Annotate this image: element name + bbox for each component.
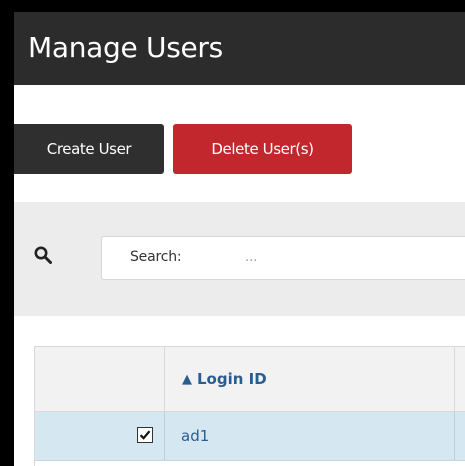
toolbar: Create User Delete User(s) <box>14 124 465 174</box>
checkmark-icon <box>139 430 151 440</box>
search-icon[interactable] <box>34 246 52 264</box>
login-id-cell[interactable]: ad1 <box>165 412 455 460</box>
page-title: Manage Users <box>28 31 223 64</box>
table-row[interactable]: ad1 <box>35 412 465 461</box>
search-value[interactable]: ... <box>245 250 257 265</box>
row-select-cell <box>35 412 165 460</box>
sort-ascending-icon: ▲ <box>182 371 192 387</box>
delete-users-button[interactable]: Delete User(s) <box>173 124 352 174</box>
title-bar: Manage Users <box>14 12 465 85</box>
search-label: Search: <box>130 249 182 265</box>
select-column-header <box>35 347 165 411</box>
login-id-column-header[interactable]: ▲ Login ID <box>165 347 455 411</box>
login-id-header-label: Login ID <box>197 370 267 388</box>
users-table: ▲ Login ID ad1 <box>34 346 465 466</box>
search-bar: Search: ... <box>14 202 465 316</box>
table-header: ▲ Login ID <box>35 347 465 412</box>
manage-users-page: Manage Users Create User Delete User(s) … <box>14 12 465 466</box>
login-id-link[interactable]: ad1 <box>181 427 209 445</box>
table-row-partial <box>35 461 465 466</box>
create-user-button[interactable]: Create User <box>14 124 164 174</box>
row-checkbox[interactable] <box>137 427 153 443</box>
